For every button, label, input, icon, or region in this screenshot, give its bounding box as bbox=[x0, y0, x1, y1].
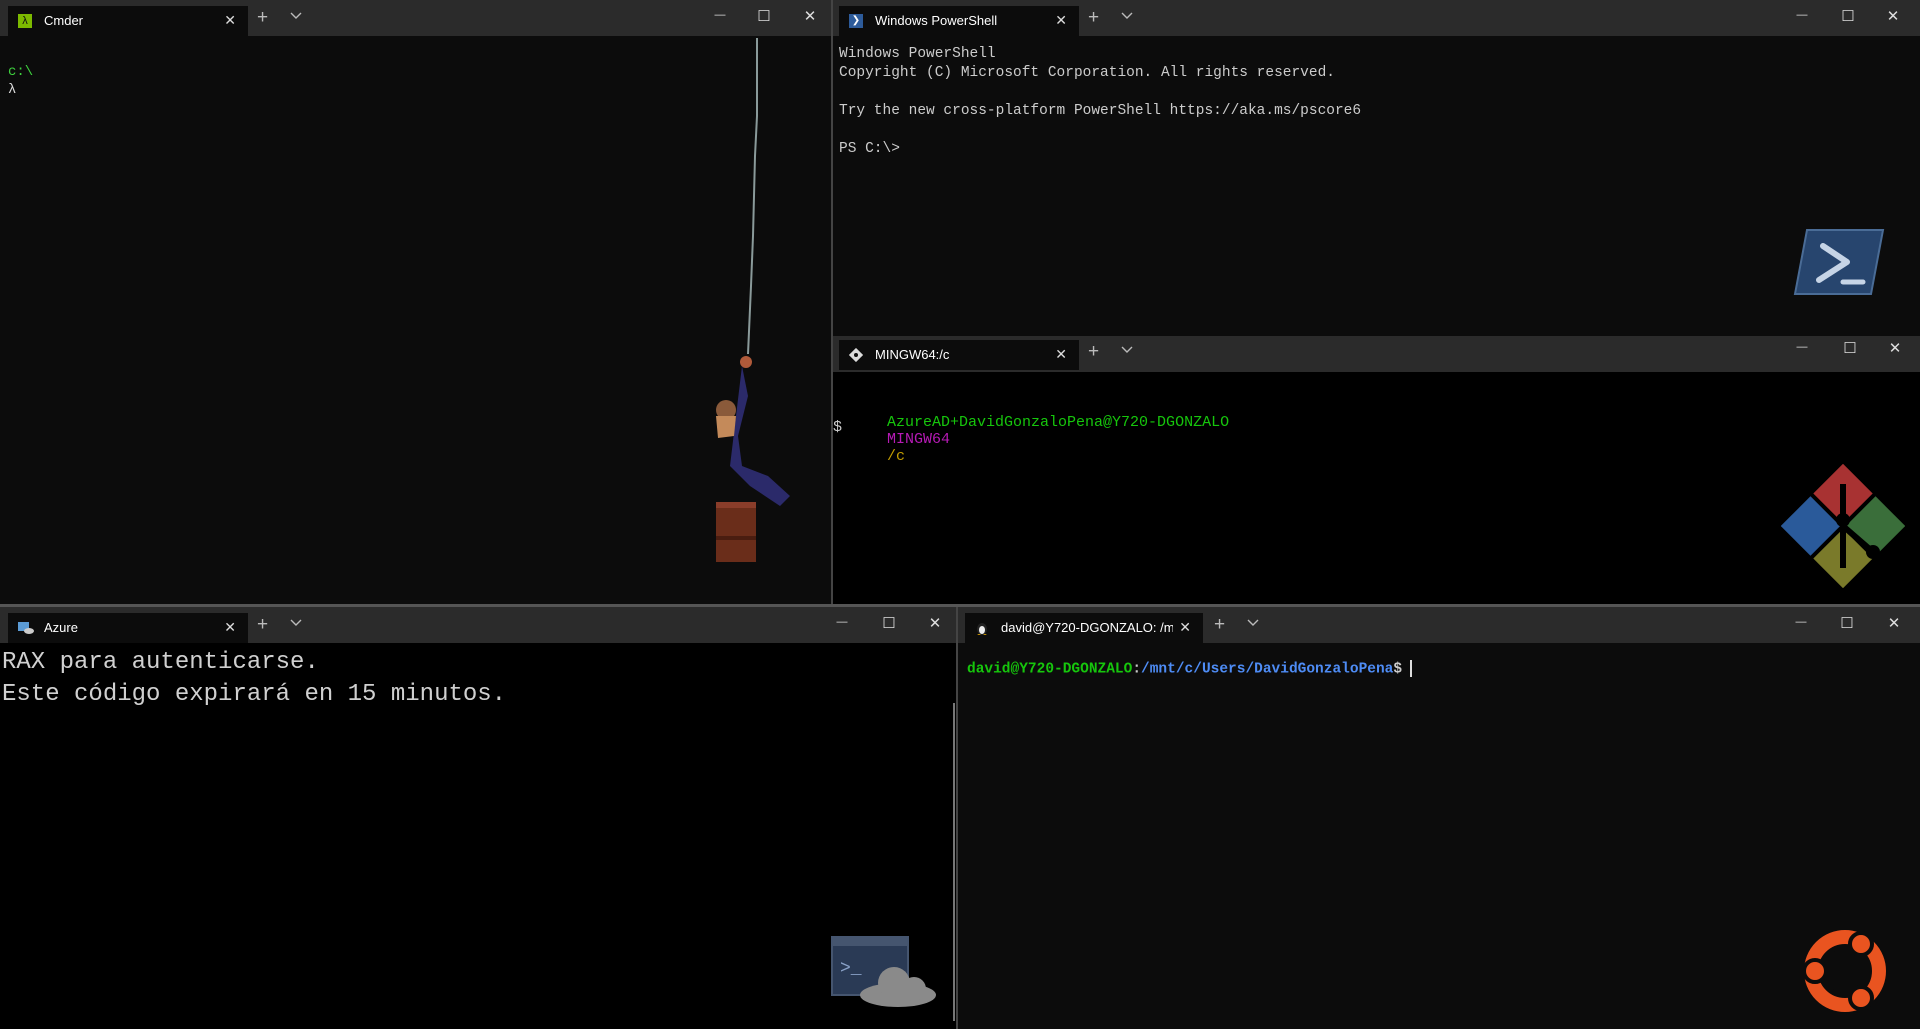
azure-cloud-shell-icon bbox=[18, 621, 34, 635]
chevron-down-icon[interactable] bbox=[1121, 345, 1133, 357]
text-cursor bbox=[1410, 660, 1413, 677]
ubuntu-prompt: $ bbox=[1393, 661, 1403, 678]
tab-mingw-label: MINGW64:/c bbox=[875, 347, 950, 362]
lambda-icon: λ bbox=[18, 14, 32, 28]
mingw-prompt: $ bbox=[833, 419, 843, 436]
tab-mingw[interactable]: MINGW64:/c ✕ bbox=[839, 340, 1079, 370]
azure-titlebar[interactable]: Azure ✕ + — ☐ ✕ bbox=[0, 607, 957, 643]
powershell-prompt: PS C:\> bbox=[839, 141, 900, 157]
ubuntu-logo bbox=[1802, 930, 1886, 1012]
powershell-logo bbox=[1793, 229, 1885, 295]
new-tab-button[interactable]: + bbox=[1214, 615, 1225, 634]
tab-ubuntu-label: david@Y720-DGONZALO: /mnt/ bbox=[1001, 620, 1173, 635]
new-tab-button[interactable]: + bbox=[1088, 8, 1099, 27]
azure-line: RAX para autenticarse. bbox=[2, 649, 319, 676]
new-tab-button[interactable]: + bbox=[1088, 342, 1099, 361]
ubuntu-sep: : bbox=[1132, 661, 1142, 678]
ubuntu-terminal[interactable]: david@Y720-DGONZALO:/mnt/c/Users/DavidGo… bbox=[957, 643, 1920, 1029]
close-button[interactable]: ✕ bbox=[1885, 339, 1905, 357]
scrollbar[interactable] bbox=[953, 703, 955, 1021]
tab-cmder-label: Cmder bbox=[44, 13, 84, 28]
azure-cloud-shell-logo: >_ bbox=[831, 936, 936, 1007]
mingw-system: MINGW64 bbox=[887, 431, 951, 448]
minimize-button[interactable]: — bbox=[1792, 341, 1812, 353]
close-button[interactable]: ✕ bbox=[1883, 7, 1903, 25]
azure-window: Azure ✕ + — ☐ ✕ RAX para autenticarse. E… bbox=[0, 607, 957, 1029]
new-tab-button[interactable]: + bbox=[257, 8, 268, 27]
tab-azure-label: Azure bbox=[44, 620, 78, 635]
tab-powershell-label: Windows PowerShell bbox=[875, 13, 998, 28]
ubuntu-path: /mnt/c/Users/DavidGonzaloPena bbox=[1141, 661, 1394, 678]
maximize-button[interactable]: ☐ bbox=[1837, 614, 1857, 632]
git-icon bbox=[848, 347, 864, 363]
ubuntu-window: david@Y720-DGONZALO: /mnt/ ✕ + — ☐ ✕ dav… bbox=[957, 607, 1920, 1029]
pane-divider bbox=[956, 607, 958, 1029]
chevron-down-icon[interactable] bbox=[290, 11, 302, 23]
close-button[interactable]: ✕ bbox=[800, 7, 820, 25]
minimize-button[interactable]: — bbox=[1791, 616, 1811, 628]
powershell-window: ❯ Windows PowerShell ✕ + — ☐ ✕ Windows P… bbox=[831, 0, 1920, 336]
tab-azure[interactable]: Azure ✕ bbox=[8, 613, 248, 643]
close-button[interactable]: ✕ bbox=[1884, 614, 1904, 632]
minimize-button[interactable]: — bbox=[710, 9, 730, 21]
minimize-button[interactable]: — bbox=[832, 616, 852, 628]
chevron-down-icon[interactable] bbox=[290, 618, 302, 630]
ubuntu-user: david@Y720-DGONZALO bbox=[967, 661, 1133, 678]
new-tab-button[interactable]: + bbox=[257, 615, 268, 634]
mingw-user: AzureAD+DavidGonzaloPena@Y720-DGONZALO bbox=[887, 414, 1230, 431]
minimize-button[interactable]: — bbox=[1792, 9, 1812, 21]
git-logo bbox=[1781, 464, 1905, 588]
powershell-titlebar[interactable]: ❯ Windows PowerShell ✕ + — ☐ ✕ bbox=[831, 0, 1920, 36]
powershell-line: Try the new cross-platform PowerShell ht… bbox=[839, 103, 1362, 119]
powershell-line: Windows PowerShell bbox=[839, 46, 996, 62]
pane-divider bbox=[831, 0, 833, 604]
pane-divider bbox=[0, 604, 1920, 607]
svg-text:>_: >_ bbox=[840, 959, 862, 979]
mingw-dir: /c bbox=[887, 448, 906, 465]
azure-terminal[interactable]: RAX para autenticarse. Este código expir… bbox=[0, 643, 957, 1029]
mingw-terminal[interactable]: AzureAD+DavidGonzaloPena@Y720-DGONZALO M… bbox=[831, 372, 1920, 604]
mingw-titlebar[interactable]: MINGW64:/c ✕ + — ☐ ✕ bbox=[831, 336, 1920, 372]
tab-close-icon[interactable]: ✕ bbox=[1055, 346, 1067, 363]
maximize-button[interactable]: ☐ bbox=[1838, 7, 1858, 25]
tab-close-icon[interactable]: ✕ bbox=[1179, 619, 1191, 636]
tab-ubuntu[interactable]: david@Y720-DGONZALO: /mnt/ ✕ bbox=[965, 613, 1203, 643]
close-button[interactable]: ✕ bbox=[925, 614, 945, 632]
chevron-down-icon[interactable] bbox=[1121, 11, 1133, 23]
linux-penguin-icon bbox=[975, 621, 989, 635]
mingw-window: MINGW64:/c ✕ + — ☐ ✕ AzureAD+DavidGonzal… bbox=[831, 336, 1920, 604]
cmder-terminal[interactable]: c:\ λ bbox=[0, 36, 834, 604]
powershell-terminal[interactable]: Windows PowerShell Copyright (C) Microso… bbox=[831, 36, 1920, 336]
tab-close-icon[interactable]: ✕ bbox=[224, 619, 236, 636]
tab-cmder[interactable]: λ Cmder ✕ bbox=[8, 6, 248, 36]
tab-close-icon[interactable]: ✕ bbox=[224, 12, 236, 29]
azure-line: Este código expirará en 15 minutos. bbox=[2, 681, 507, 708]
tab-powershell[interactable]: ❯ Windows PowerShell ✕ bbox=[839, 6, 1079, 36]
powershell-icon: ❯ bbox=[849, 14, 863, 28]
chevron-down-icon[interactable] bbox=[1247, 618, 1259, 630]
mingw-prompt-line: AzureAD+DavidGonzaloPena@Y720-DGONZALO M… bbox=[833, 397, 1229, 482]
ubuntu-titlebar[interactable]: david@Y720-DGONZALO: /mnt/ ✕ + — ☐ ✕ bbox=[957, 607, 1920, 643]
powershell-line: Copyright (C) Microsoft Corporation. All… bbox=[839, 65, 1335, 81]
cmder-window: λ Cmder ✕ + — ☐ ✕ c:\ λ bbox=[0, 0, 834, 604]
maximize-button[interactable]: ☐ bbox=[879, 614, 899, 632]
cmder-titlebar[interactable]: λ Cmder ✕ + — ☐ ✕ bbox=[0, 0, 834, 36]
pirate-background-image bbox=[716, 38, 790, 562]
maximize-button[interactable]: ☐ bbox=[1840, 339, 1860, 357]
ubuntu-prompt-line: david@Y720-DGONZALO:/mnt/c/Users/DavidGo… bbox=[967, 660, 1413, 678]
maximize-button[interactable]: ☐ bbox=[754, 7, 774, 25]
tab-close-icon[interactable]: ✕ bbox=[1055, 12, 1067, 29]
